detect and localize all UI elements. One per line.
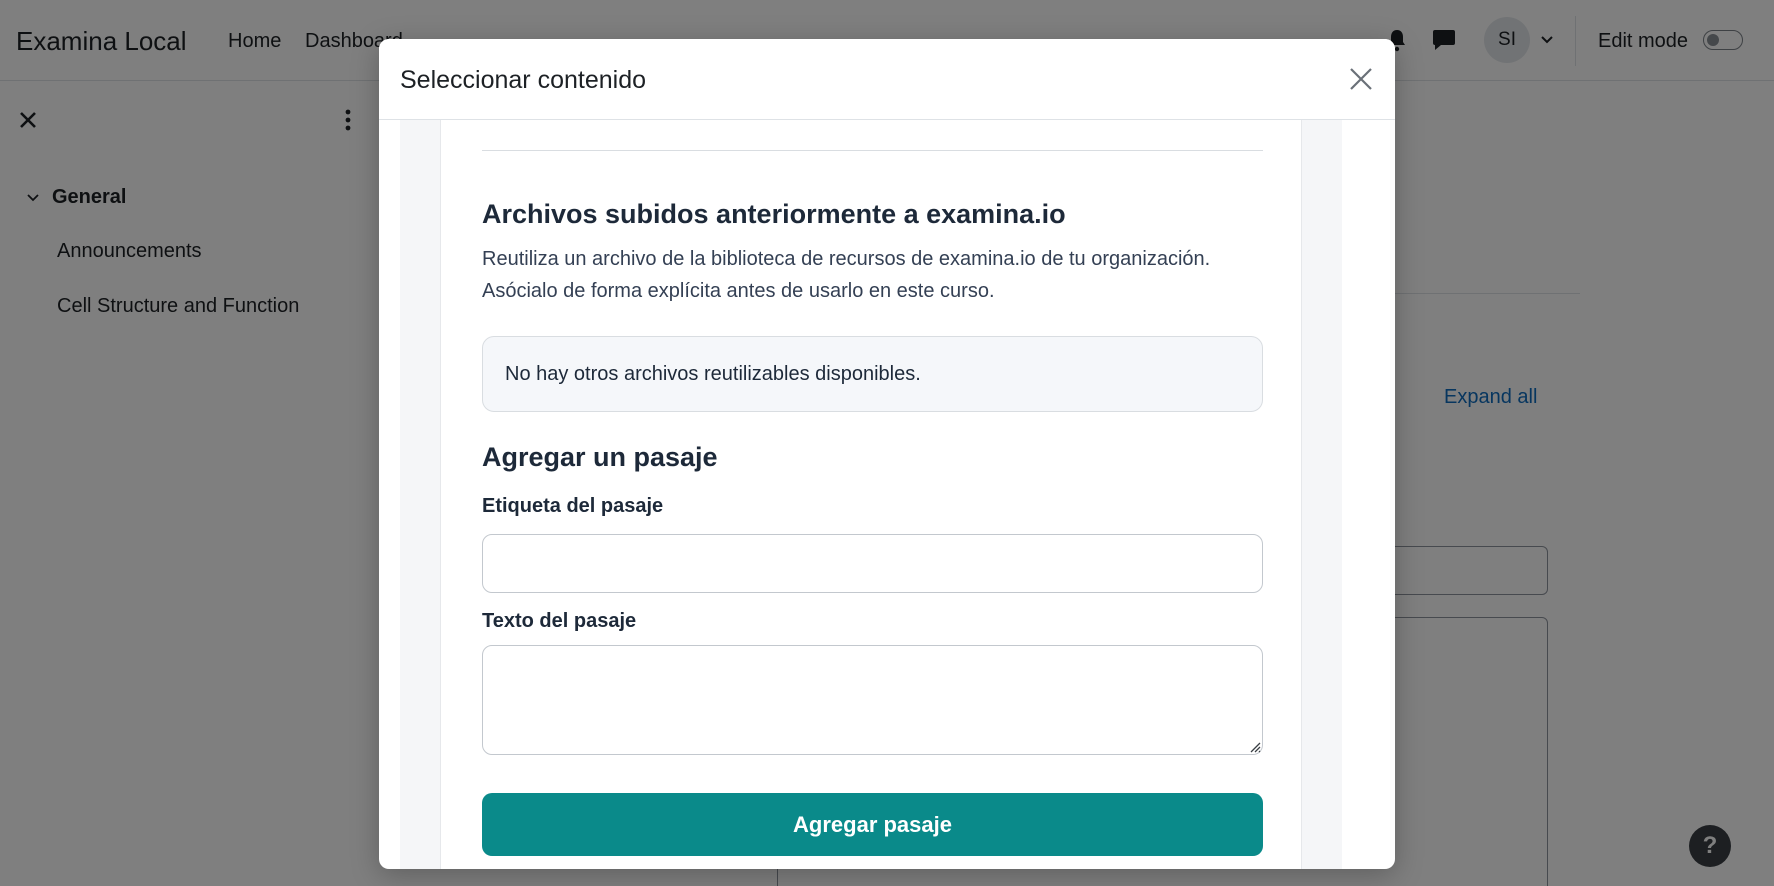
modal-title: Seleccionar contenido (400, 66, 646, 94)
modal-body: Archivos subidos anteriormente a examina… (400, 120, 1342, 869)
empty-files-notice: No hay otros archivos reutilizables disp… (482, 336, 1263, 412)
modal-header: Seleccionar contenido (379, 39, 1395, 120)
add-passage-button[interactable]: Agregar pasaje (482, 793, 1263, 856)
resize-grip-icon[interactable] (1248, 740, 1261, 753)
app-root: Examina Local Home Dashboard SI Edit mod… (0, 0, 1774, 886)
passage-section-title: Agregar un pasaje (482, 442, 718, 472)
empty-files-text: No hay otros archivos reutilizables disp… (505, 362, 921, 385)
passage-label-label: Etiqueta del pasaje (482, 495, 664, 517)
passage-text-label: Texto del pasaje (482, 610, 637, 632)
content-card: Archivos subidos anteriormente a examina… (440, 120, 1302, 869)
files-section-description: Reutiliza un archivo de la biblioteca de… (482, 248, 1211, 302)
close-icon[interactable] (1349, 67, 1373, 91)
card-divider (482, 150, 1263, 151)
files-section-title: Archivos subidos anteriormente a examina… (482, 199, 1066, 229)
passage-text-textarea[interactable] (482, 645, 1263, 755)
passage-label-input[interactable] (482, 534, 1263, 593)
select-content-modal: Seleccionar contenido Archivos subidos a… (379, 39, 1395, 869)
